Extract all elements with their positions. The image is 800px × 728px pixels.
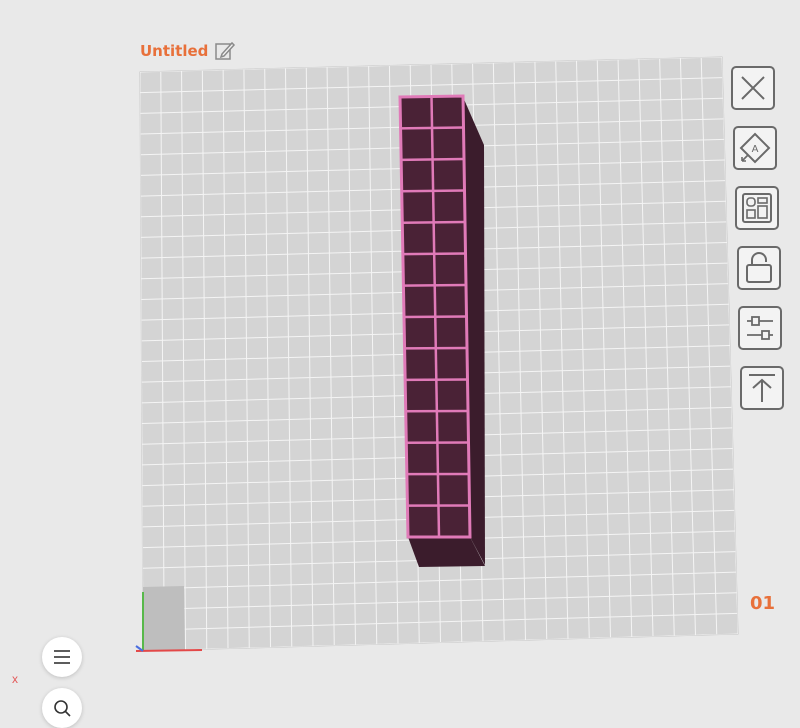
cell-divider-horizontal: [402, 222, 465, 223]
sliders-icon: [743, 311, 777, 345]
cell-divider-horizontal: [401, 159, 464, 160]
export-button[interactable]: [740, 366, 784, 410]
cell-divider-horizontal: [404, 317, 467, 318]
search-icon: [52, 698, 72, 718]
lock-button[interactable]: [737, 246, 781, 290]
viewport-3d[interactable]: [0, 0, 800, 708]
layout-grid-icon: [740, 191, 774, 225]
cell-divider-horizontal: [402, 191, 465, 192]
close-button[interactable]: [731, 66, 775, 110]
auto-arrange-button[interactable]: A: [733, 126, 777, 170]
settings-button[interactable]: [738, 306, 782, 350]
x-axis-line: [136, 650, 202, 651]
origin-marker: [143, 586, 185, 651]
x-axis-label: x: [12, 672, 18, 686]
cell-divider-horizontal: [401, 128, 464, 129]
svg-text:A: A: [752, 144, 759, 155]
auto-arrange-icon: A: [738, 131, 772, 165]
unlock-icon: [742, 251, 776, 285]
search-button[interactable]: [42, 688, 82, 728]
layout-button[interactable]: [735, 186, 779, 230]
plate-number: 01: [750, 593, 775, 614]
export-up-icon: [745, 371, 779, 405]
cell-divider-horizontal: [403, 254, 466, 255]
menu-button[interactable]: [42, 637, 82, 677]
cell-divider-horizontal: [403, 285, 466, 286]
close-icon: [736, 71, 770, 105]
model-tray[interactable]: [400, 96, 485, 567]
hamburger-menu-icon: [52, 647, 72, 667]
